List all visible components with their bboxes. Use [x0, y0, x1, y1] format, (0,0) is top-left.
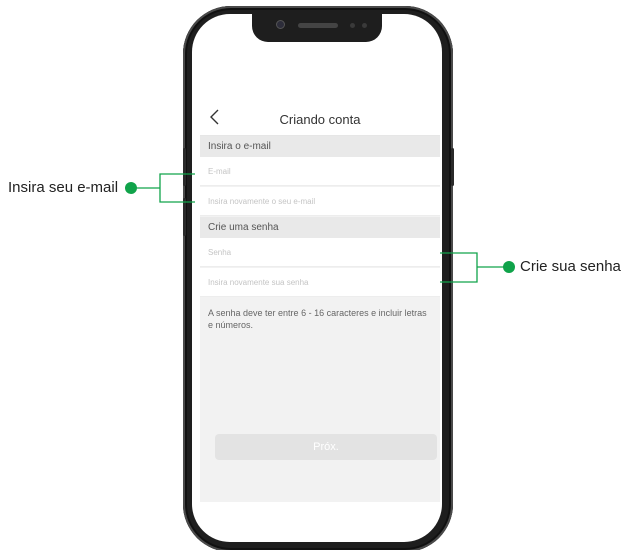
password-field[interactable] [200, 238, 440, 266]
phone-screen: Criando conta Insira o e-mail Crie uma s… [192, 14, 442, 542]
email-confirm-field[interactable] [200, 187, 440, 215]
email-section-header: Insira o e-mail [200, 136, 440, 157]
password-confirm-field-row [200, 268, 440, 297]
sensor-dot [362, 23, 367, 28]
phone-power-button [451, 148, 454, 186]
password-confirm-field[interactable] [200, 268, 440, 296]
password-callout-label: Crie sua senha [520, 258, 621, 275]
speaker-grille [298, 23, 338, 28]
next-button[interactable]: Próx. [215, 434, 437, 460]
password-section-header: Crie uma senha [200, 217, 440, 238]
phone-side-button [183, 148, 186, 186]
email-callout-label: Insira seu e-mail [8, 179, 119, 196]
phone-side-button [183, 198, 186, 236]
email-confirm-field-row [200, 187, 440, 216]
nav-bar: Criando conta [200, 102, 440, 136]
email-field-row [200, 157, 440, 186]
sensor-dot [350, 23, 355, 28]
email-field[interactable] [200, 157, 440, 185]
create-account-screen: Criando conta Insira o e-mail Crie uma s… [200, 102, 440, 502]
email-callout-dot [125, 182, 137, 194]
phone-notch [252, 14, 382, 42]
password-hint: A senha deve ter entre 6 - 16 caracteres… [208, 308, 427, 330]
password-callout-dot [503, 261, 515, 273]
password-field-row [200, 238, 440, 267]
page-title: Criando conta [279, 112, 361, 127]
front-camera-icon [276, 20, 285, 29]
